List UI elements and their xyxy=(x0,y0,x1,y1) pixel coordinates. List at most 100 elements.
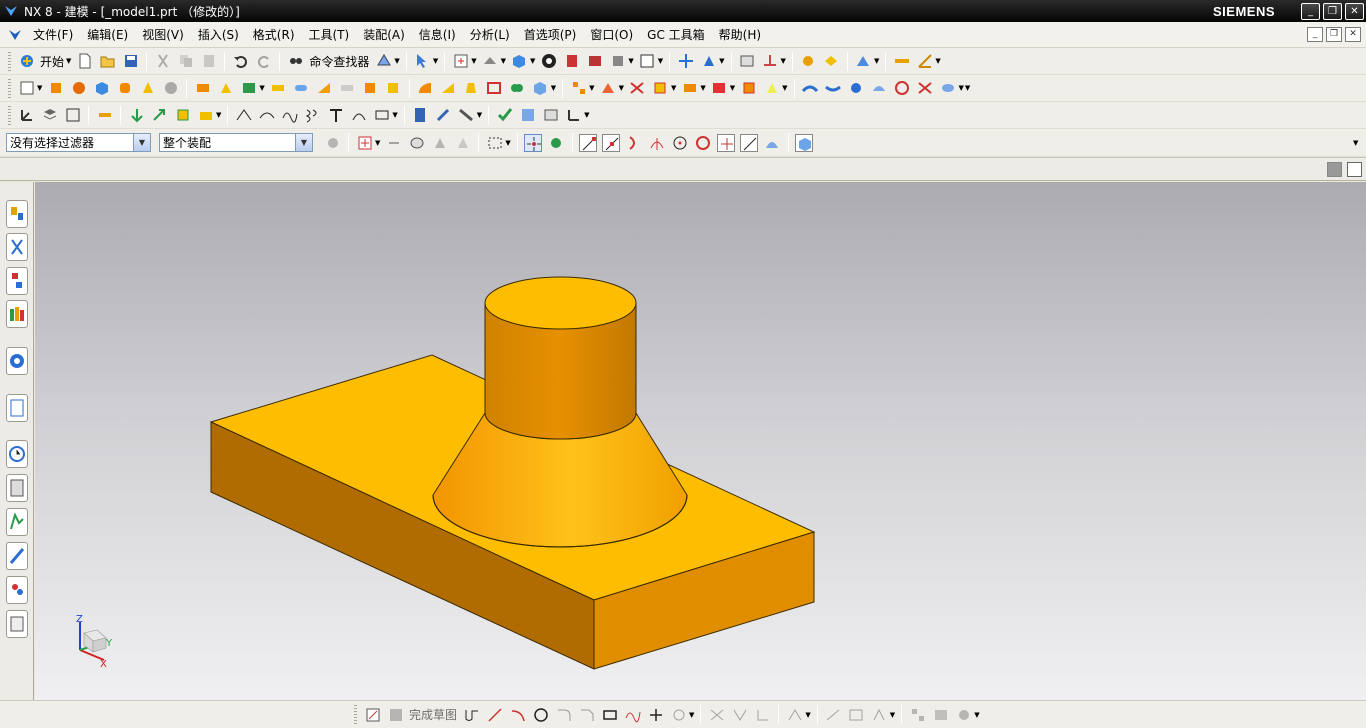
wcs-dynamics-icon[interactable] xyxy=(700,52,718,70)
roles-tab[interactable] xyxy=(6,576,28,604)
background-icon[interactable] xyxy=(638,52,656,70)
command-finder-icon[interactable] xyxy=(287,52,305,70)
selection-filter-select[interactable]: 没有选择过滤器 ▼ xyxy=(6,133,151,152)
part-navigator-icon[interactable] xyxy=(411,106,429,124)
finish-sketch-button[interactable]: 完成草图 xyxy=(409,706,457,723)
exploded-view-icon[interactable] xyxy=(197,106,215,124)
view-wireframe-icon[interactable] xyxy=(1327,162,1342,177)
open-icon[interactable] xyxy=(99,52,117,70)
web-browser-tab[interactable] xyxy=(6,394,28,422)
arc-center-icon[interactable] xyxy=(671,134,689,152)
assembly-constraints-icon[interactable] xyxy=(151,106,169,124)
intersection-point-icon[interactable] xyxy=(648,134,666,152)
convert-reference-icon[interactable] xyxy=(932,706,950,724)
wcs-icon[interactable] xyxy=(677,52,695,70)
datum-axis-icon[interactable] xyxy=(64,106,82,124)
doc-restore-button[interactable]: ❐ xyxy=(1326,27,1342,42)
part-navigator-tab[interactable] xyxy=(6,267,28,295)
start-icon[interactable] xyxy=(18,52,36,70)
menu-edit[interactable]: 编辑(E) xyxy=(80,26,135,43)
shade-icon[interactable] xyxy=(510,52,528,70)
cut-icon[interactable] xyxy=(154,52,172,70)
mirror-feature-icon[interactable] xyxy=(599,79,617,97)
sketch-task-icon[interactable] xyxy=(364,706,382,724)
app-menu-icon[interactable] xyxy=(8,28,22,42)
undo-icon[interactable] xyxy=(232,52,250,70)
rectangle-select-icon[interactable] xyxy=(486,134,504,152)
layer-icon[interactable] xyxy=(738,52,756,70)
n-sided-icon[interactable] xyxy=(870,79,888,97)
mid-point-icon[interactable] xyxy=(602,133,621,152)
snap-settings-icon[interactable] xyxy=(547,134,565,152)
move-object-icon[interactable] xyxy=(761,52,779,70)
sew-icon[interactable] xyxy=(916,79,934,97)
filter-settings-icon[interactable] xyxy=(324,134,342,152)
minimize-button[interactable]: _ xyxy=(1301,3,1320,20)
close-button[interactable]: ✕ xyxy=(1345,3,1364,20)
menu-window[interactable]: 窗口(O) xyxy=(583,26,640,43)
cylinder-icon[interactable] xyxy=(116,79,134,97)
deviation-icon[interactable] xyxy=(565,106,583,124)
menu-view[interactable]: 视图(V) xyxy=(135,26,191,43)
show-constraints-icon[interactable] xyxy=(870,706,888,724)
dimensions-icon[interactable] xyxy=(847,706,865,724)
draft-icon[interactable] xyxy=(462,79,480,97)
undo-select-icon[interactable] xyxy=(385,134,403,152)
check-geometry-icon[interactable] xyxy=(496,106,514,124)
menu-tools[interactable]: 工具(T) xyxy=(302,26,357,43)
project-curve-icon[interactable] xyxy=(373,106,391,124)
menu-preferences[interactable]: 首选项(P) xyxy=(517,26,584,43)
part-model[interactable]: Z Y X xyxy=(35,182,1366,700)
sheet-tools-icon[interactable] xyxy=(939,79,957,97)
view-maximize-icon[interactable] xyxy=(1347,162,1362,177)
new-icon[interactable] xyxy=(76,52,94,70)
datum-plane-icon[interactable] xyxy=(41,106,59,124)
report-icon[interactable] xyxy=(542,106,560,124)
hide-icon[interactable] xyxy=(822,52,840,70)
selection-scope-select[interactable]: 整个装配 ▼ xyxy=(159,133,313,152)
studio-icon[interactable] xyxy=(540,52,558,70)
surface-icon[interactable] xyxy=(801,79,819,97)
subtract-icon[interactable] xyxy=(531,79,549,97)
arc-curve-icon[interactable] xyxy=(258,106,276,124)
shell-icon[interactable] xyxy=(485,79,503,97)
sketch-fillet-icon[interactable] xyxy=(555,706,573,724)
manufacturing-wizards-tab[interactable] xyxy=(6,542,28,570)
pattern-feature-icon[interactable] xyxy=(570,79,588,97)
hole-icon[interactable] xyxy=(194,79,212,97)
slot-icon[interactable] xyxy=(292,79,310,97)
render-style-icon[interactable] xyxy=(563,52,581,70)
menu-insert[interactable]: 插入(S) xyxy=(191,26,246,43)
geometric-constraints-icon[interactable] xyxy=(824,706,842,724)
spline-icon[interactable] xyxy=(281,106,299,124)
auto-constrain-icon[interactable] xyxy=(786,706,804,724)
menu-information[interactable]: 信息(I) xyxy=(412,26,463,43)
scale-body-icon[interactable] xyxy=(651,79,669,97)
offset-face-icon[interactable] xyxy=(628,79,646,97)
menu-file[interactable]: 文件(F) xyxy=(26,26,80,43)
menu-analysis[interactable]: 分析(L) xyxy=(463,26,517,43)
cursor-icon[interactable] xyxy=(413,52,431,70)
swept-icon[interactable] xyxy=(847,79,865,97)
quadrant-point-icon[interactable] xyxy=(694,134,712,152)
replace-face-icon[interactable] xyxy=(681,79,699,97)
point-on-curve-icon[interactable] xyxy=(740,133,759,152)
selection-tools-icon[interactable] xyxy=(375,52,393,70)
graphics-window[interactable]: Z Y X xyxy=(35,182,1366,700)
edit-feature-icon[interactable] xyxy=(434,106,452,124)
pad-icon[interactable] xyxy=(269,79,287,97)
finish-sketch-icon[interactable] xyxy=(387,706,405,724)
menu-gc-toolkit[interactable]: GC 工具箱 xyxy=(640,26,712,43)
orient-view-icon[interactable] xyxy=(481,52,499,70)
through-curves-icon[interactable] xyxy=(824,79,842,97)
make-corner-icon[interactable] xyxy=(754,706,772,724)
process-studio-tab[interactable] xyxy=(6,508,28,536)
extrude-icon[interactable] xyxy=(47,79,65,97)
select-faces-icon[interactable] xyxy=(408,134,426,152)
sketch-circle-icon[interactable] xyxy=(532,706,550,724)
paste-icon[interactable] xyxy=(200,52,218,70)
sketch-chamfer-icon[interactable] xyxy=(578,706,596,724)
menu-format[interactable]: 格式(R) xyxy=(246,26,302,43)
quick-trim-icon[interactable] xyxy=(708,706,726,724)
copy-icon[interactable] xyxy=(177,52,195,70)
